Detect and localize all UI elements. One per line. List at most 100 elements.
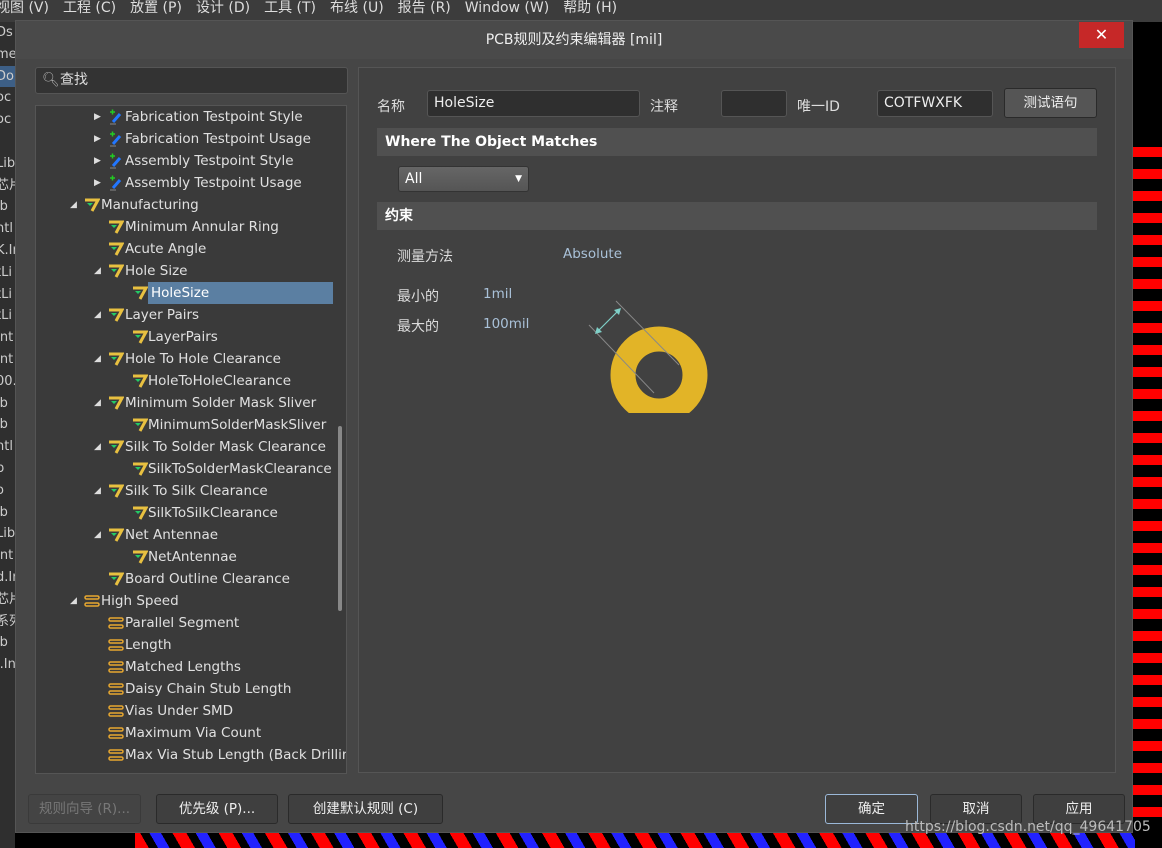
test-query-button[interactable]: 测试语句 <box>1004 88 1097 118</box>
tree-item[interactable]: ▶ Fabrication Testpoint Usage <box>36 128 336 150</box>
collapsed-arrow-icon[interactable]: ▶ <box>94 172 104 194</box>
pcb-track <box>1133 147 1162 157</box>
pcb-track <box>1133 741 1162 751</box>
expanded-arrow-icon[interactable]: ◢ <box>94 436 104 458</box>
rule-tree[interactable]: ▶ Fabrication Testpoint Style ▶ Fabrication… <box>35 105 347 774</box>
tree-item[interactable]: Board Outline Clearance <box>36 568 336 590</box>
min-label: 最小的 <box>397 289 439 305</box>
unique-id-input[interactable]: COTFWXFK <box>877 90 993 117</box>
expanded-arrow-icon[interactable]: ◢ <box>70 590 80 612</box>
tree-item[interactable]: ▶ Assembly Testpoint Usage <box>36 172 336 194</box>
pcb-track <box>1133 565 1162 575</box>
collapsed-arrow-icon[interactable]: ▶ <box>94 128 104 150</box>
tree-item-label: Board Outline Clearance <box>125 571 290 587</box>
menu-item[interactable]: 放置 (P) <box>130 0 182 22</box>
background-list-item: Ds <box>0 25 13 40</box>
tree-item[interactable]: ◢ Net Antennae <box>36 524 336 546</box>
expanded-arrow-icon[interactable]: ◢ <box>94 348 104 370</box>
menu-item[interactable]: 报告 (R) <box>398 0 451 22</box>
priorities-button[interactable]: 优先级 (P)... <box>156 794 278 824</box>
tree-item[interactable]: Acute Angle <box>36 238 336 260</box>
collapsed-arrow-icon[interactable]: ▶ <box>94 106 104 128</box>
pcb-track <box>1133 719 1162 729</box>
background-list-item: Do <box>0 65 15 88</box>
tree-item[interactable]: ◢ Manufacturing <box>36 194 336 216</box>
expanded-arrow-icon[interactable]: ◢ <box>94 260 104 282</box>
pcb-track <box>1133 587 1162 597</box>
tree-item[interactable]: ▶ Fabrication Testpoint Style <box>36 106 336 128</box>
tree-item[interactable]: Parallel Segment <box>36 612 336 634</box>
menu-item[interactable]: 布线 (U) <box>330 0 384 22</box>
scrollbar-thumb[interactable] <box>338 426 342 611</box>
expanded-arrow-icon[interactable]: ◢ <box>94 480 104 502</box>
tree-item-label: Max Via Stub Length (Back Drilling) <box>125 747 347 763</box>
menu-item[interactable]: 设计 (D) <box>196 0 250 22</box>
tree-item[interactable]: Vias Under SMD <box>36 700 336 722</box>
rule-wizard-button[interactable]: 规则向导 (R)... <box>28 794 141 824</box>
expanded-arrow-icon[interactable]: ◢ <box>94 304 104 326</box>
name-input[interactable]: HoleSize <box>427 90 640 117</box>
rule-detail-panel: 名称 HoleSize 注释 唯一ID COTFWXFK 测试语句 Where … <box>358 67 1116 773</box>
background-list-item: oc <box>0 112 12 128</box>
tree-item[interactable]: Daisy Chain Stub Length <box>36 678 336 700</box>
tree-item-label: Silk To Silk Clearance <box>125 483 268 499</box>
collapsed-arrow-icon[interactable]: ▶ <box>94 150 104 172</box>
max-value[interactable]: 100mil <box>483 316 529 332</box>
menu-item[interactable]: 工程 (C) <box>63 0 116 22</box>
tree-item[interactable]: ◢ Silk To Silk Clearance <box>36 480 336 502</box>
menu-item[interactable]: 工具 (T) <box>264 0 316 22</box>
pcb-canvas-background <box>1133 22 1162 848</box>
dialog-titlebar: PCB规则及约束编辑器 [mil] <box>16 21 1132 59</box>
tree-item[interactable]: Length <box>36 634 336 656</box>
background-list-item <box>0 131 15 153</box>
tree-item[interactable]: ◢ Minimum Solder Mask Sliver <box>36 392 336 414</box>
tree-item[interactable]: ◢ High Speed <box>36 590 336 612</box>
menu-item[interactable]: 视图 (V) <box>0 0 49 22</box>
background-list-item: b <box>0 460 5 476</box>
pcb-track <box>1133 411 1162 421</box>
tree-item[interactable]: SilkToSilkClearance <box>36 502 336 524</box>
tree-item-label: SilkToSolderMaskClearance <box>148 461 332 477</box>
tree-item[interactable]: Max Via Stub Length (Back Drilling) <box>36 744 346 766</box>
comment-input[interactable] <box>721 90 787 117</box>
pcb-track <box>1133 279 1162 289</box>
pcb-track <box>1133 807 1162 817</box>
min-value[interactable]: 1mil <box>483 286 512 302</box>
tree-item[interactable]: HoleToHoleClearance <box>36 370 336 392</box>
tree-item[interactable]: Minimum Annular Ring <box>36 216 336 238</box>
tree-item[interactable]: LayerPairs <box>36 326 336 348</box>
create-default-rules-button[interactable]: 创建默认规则 (C) <box>288 794 443 824</box>
pcb-track <box>1133 191 1162 201</box>
expanded-arrow-icon[interactable]: ◢ <box>94 392 104 414</box>
expanded-arrow-icon[interactable]: ◢ <box>94 524 104 546</box>
pcb-track <box>1133 675 1162 685</box>
measure-value[interactable]: Absolute <box>563 246 622 262</box>
expanded-arrow-icon[interactable]: ◢ <box>70 194 80 216</box>
tree-item[interactable]: ▶ Assembly Testpoint Style <box>36 150 336 172</box>
menu-item[interactable]: 帮助 (H) <box>563 0 617 22</box>
tree-item[interactable]: NetAntennae <box>36 546 336 568</box>
tree-item[interactable]: HoleSize <box>36 282 336 304</box>
tree-scrollbar[interactable] <box>335 106 345 773</box>
tree-item-label: High Speed <box>101 593 179 609</box>
menu-item[interactable]: Window (W) <box>465 0 549 22</box>
tree-item-label: Manufacturing <box>101 197 199 213</box>
tree-item[interactable]: ◢ Layer Pairs <box>36 304 336 326</box>
search-input[interactable]: 🔍︎ 查找 <box>35 67 348 94</box>
tree-item[interactable]: ◢ Silk To Solder Mask Clearance <box>36 436 336 458</box>
tree-item[interactable]: MinimumSolderMaskSliver <box>36 414 336 436</box>
background-list-item: d.In <box>0 569 15 585</box>
background-list-item: Libr <box>0 155 15 171</box>
tree-item[interactable]: ◢ Hole Size <box>36 260 336 282</box>
close-button[interactable]: ✕ <box>1079 22 1124 48</box>
tree-item[interactable]: Maximum Via Count <box>36 722 336 744</box>
tree-item-label: Minimum Solder Mask Sliver <box>125 395 317 411</box>
tree-item[interactable]: SilkToSolderMaskClearance <box>36 458 336 480</box>
tree-item[interactable]: Matched Lengths <box>36 656 336 678</box>
tree-item[interactable]: ◢ Hole To Hole Clearance <box>36 348 336 370</box>
name-label: 名称 <box>377 99 405 115</box>
tree-item-label: SilkToSilkClearance <box>148 505 278 521</box>
match-select[interactable]: All ▼ <box>398 166 529 192</box>
tree-item-label: Fabrication Testpoint Style <box>125 109 303 125</box>
background-list-item: tLi <box>0 286 12 302</box>
